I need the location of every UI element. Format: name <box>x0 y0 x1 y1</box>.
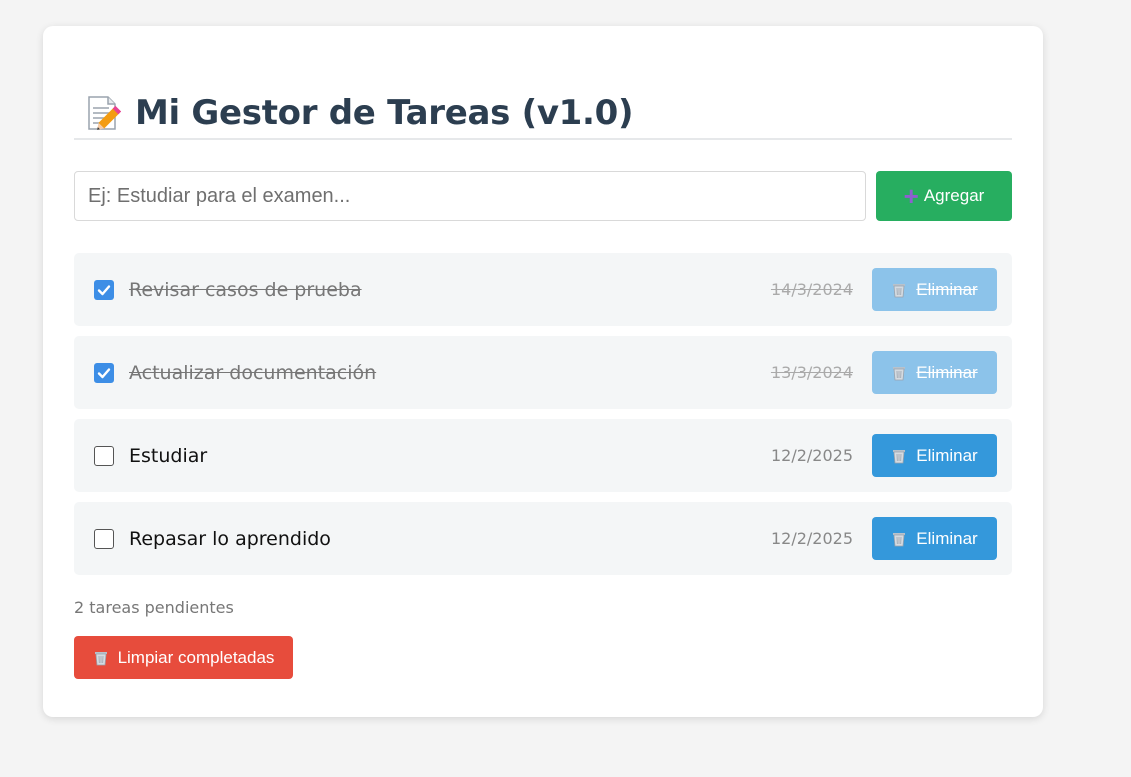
task-date: 14/3/2024 <box>770 280 853 299</box>
clear-completed-button[interactable]: Limpiar completadas <box>74 636 293 679</box>
task-text: Estudiar <box>129 444 208 467</box>
add-task-form: + Agregar <box>74 171 1012 221</box>
task-text: Actualizar documentación <box>129 361 377 384</box>
task-list: Revisar casos de prueba 14/3/2024 Elimin… <box>74 253 1012 575</box>
delete-button[interactable]: Eliminar <box>872 351 997 394</box>
pending-count: 2 tareas pendientes <box>74 598 234 617</box>
delete-button-label: Eliminar <box>916 279 978 299</box>
check-icon <box>97 284 111 295</box>
delete-button-label: Eliminar <box>916 445 978 465</box>
task-manager-card: Mi Gestor de Tareas (v1.0) + Agregar Rev… <box>43 26 1043 717</box>
task-checkbox[interactable] <box>94 528 114 549</box>
task-date: 12/2/2025 <box>770 446 853 465</box>
add-button-label: Agregar <box>923 186 985 205</box>
task-text: Repasar lo aprendido <box>129 527 331 550</box>
task-item: Estudiar 12/2/2025 Eliminar <box>74 419 1012 492</box>
memo-icon <box>83 94 122 132</box>
task-item: Revisar casos de prueba 14/3/2024 Elimin… <box>74 253 1012 326</box>
trash-icon <box>893 532 906 546</box>
task-item: Repasar lo aprendido 12/2/2025 Eliminar <box>74 502 1012 575</box>
add-button[interactable]: + Agregar <box>876 171 1012 221</box>
task-checkbox[interactable] <box>94 279 114 300</box>
trash-icon <box>893 366 906 380</box>
task-text: Revisar casos de prueba <box>129 278 362 301</box>
trash-icon <box>94 651 107 665</box>
delete-button[interactable]: Eliminar <box>872 517 997 560</box>
delete-button-label: Eliminar <box>916 528 978 548</box>
delete-button[interactable]: Eliminar <box>872 268 997 311</box>
delete-button[interactable]: Eliminar <box>872 434 997 477</box>
task-date: 12/2/2025 <box>770 529 853 548</box>
task-checkbox[interactable] <box>94 445 114 466</box>
plus-icon: + <box>903 181 919 211</box>
task-input[interactable] <box>74 171 866 221</box>
trash-icon <box>893 449 906 463</box>
task-date: 13/3/2024 <box>770 363 853 382</box>
task-checkbox[interactable] <box>94 362 114 383</box>
page-title: Mi Gestor de Tareas (v1.0) <box>135 93 634 133</box>
task-item: Actualizar documentación 13/3/2024 Elimi… <box>74 336 1012 409</box>
trash-icon <box>893 283 906 297</box>
clear-completed-label: Limpiar completadas <box>117 647 275 667</box>
header: Mi Gestor de Tareas (v1.0) <box>74 88 1012 140</box>
check-icon <box>97 367 111 378</box>
delete-button-label: Eliminar <box>916 362 978 382</box>
